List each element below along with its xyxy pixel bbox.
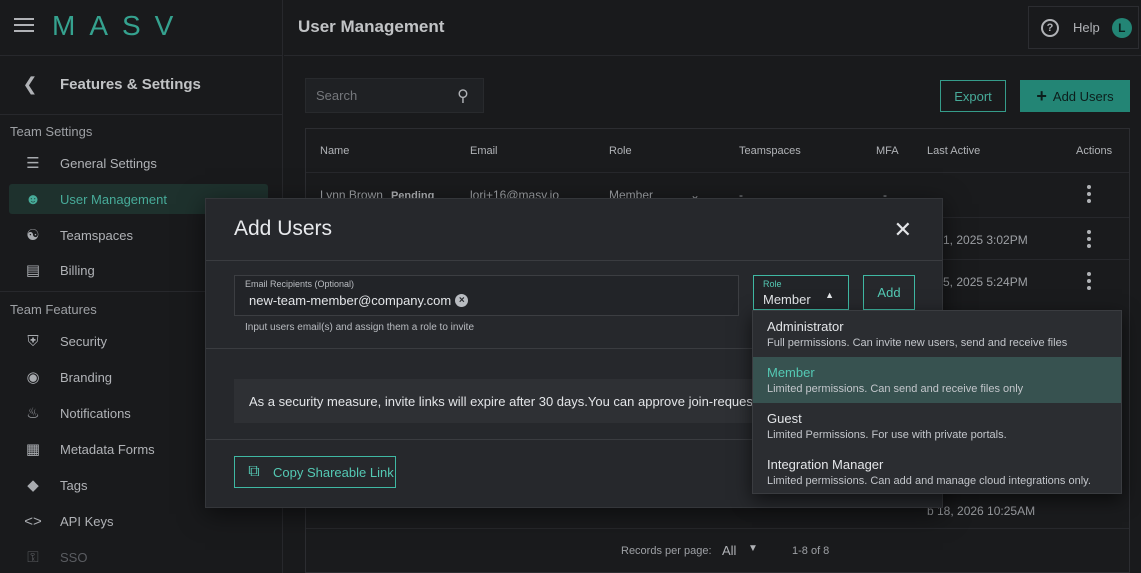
close-icon[interactable]: ✕ [894, 217, 912, 243]
notice-text: As a security measure, invite links will… [249, 394, 754, 409]
role-option-member[interactable]: Member Limited permissions. Can send and… [753, 357, 1121, 403]
app: MASV ❮ Features & Settings Team Settings… [0, 0, 1141, 573]
add-button[interactable]: Add [863, 275, 915, 310]
role-dropdown-menu: Administrator Full permissions. Can invi… [752, 310, 1122, 494]
remove-chip-icon[interactable]: × [455, 294, 469, 307]
caret-up-icon: ▲ [825, 290, 834, 300]
role-value: Member [763, 292, 811, 307]
email-field-hint: Input users email(s) and assign them a r… [245, 322, 474, 333]
email-chip-text: new-team-member@company.com [249, 293, 452, 308]
role-option-integration-manager[interactable]: Integration Manager Limited permissions.… [753, 449, 1121, 495]
option-description: Full permissions. Can invite new users, … [767, 337, 1068, 349]
role-label: Role [763, 279, 782, 289]
copy-icon: ⧉ [248, 463, 260, 480]
option-description: Limited permissions. Can add and manage … [767, 475, 1091, 487]
option-title: Member [767, 365, 815, 380]
role-select[interactable]: Role Member ▲ [753, 275, 849, 310]
option-description: Limited permissions. Can send and receiv… [767, 383, 1024, 395]
email-recipients-field[interactable]: Email Recipients (Optional) new-team-mem… [234, 275, 739, 316]
dialog-title: Add Users [234, 217, 333, 240]
copy-link-label: Copy Shareable Link [273, 464, 394, 480]
invite-expiry-notice: As a security measure, invite links will… [234, 379, 754, 423]
option-description: Limited Permissions. For use with privat… [767, 429, 1007, 441]
option-title: Administrator [767, 319, 844, 334]
role-option-administrator[interactable]: Administrator Full permissions. Can invi… [753, 311, 1121, 357]
option-title: Guest [767, 411, 802, 426]
role-option-guest[interactable]: Guest Limited Permissions. For use with … [753, 403, 1121, 449]
email-field-label: Email Recipients (Optional) [245, 279, 355, 289]
option-title: Integration Manager [767, 457, 884, 472]
copy-shareable-link-button[interactable]: ⧉ Copy Shareable Link [234, 456, 396, 488]
divider [206, 260, 942, 261]
email-chip: new-team-member@company.com × [249, 293, 469, 308]
